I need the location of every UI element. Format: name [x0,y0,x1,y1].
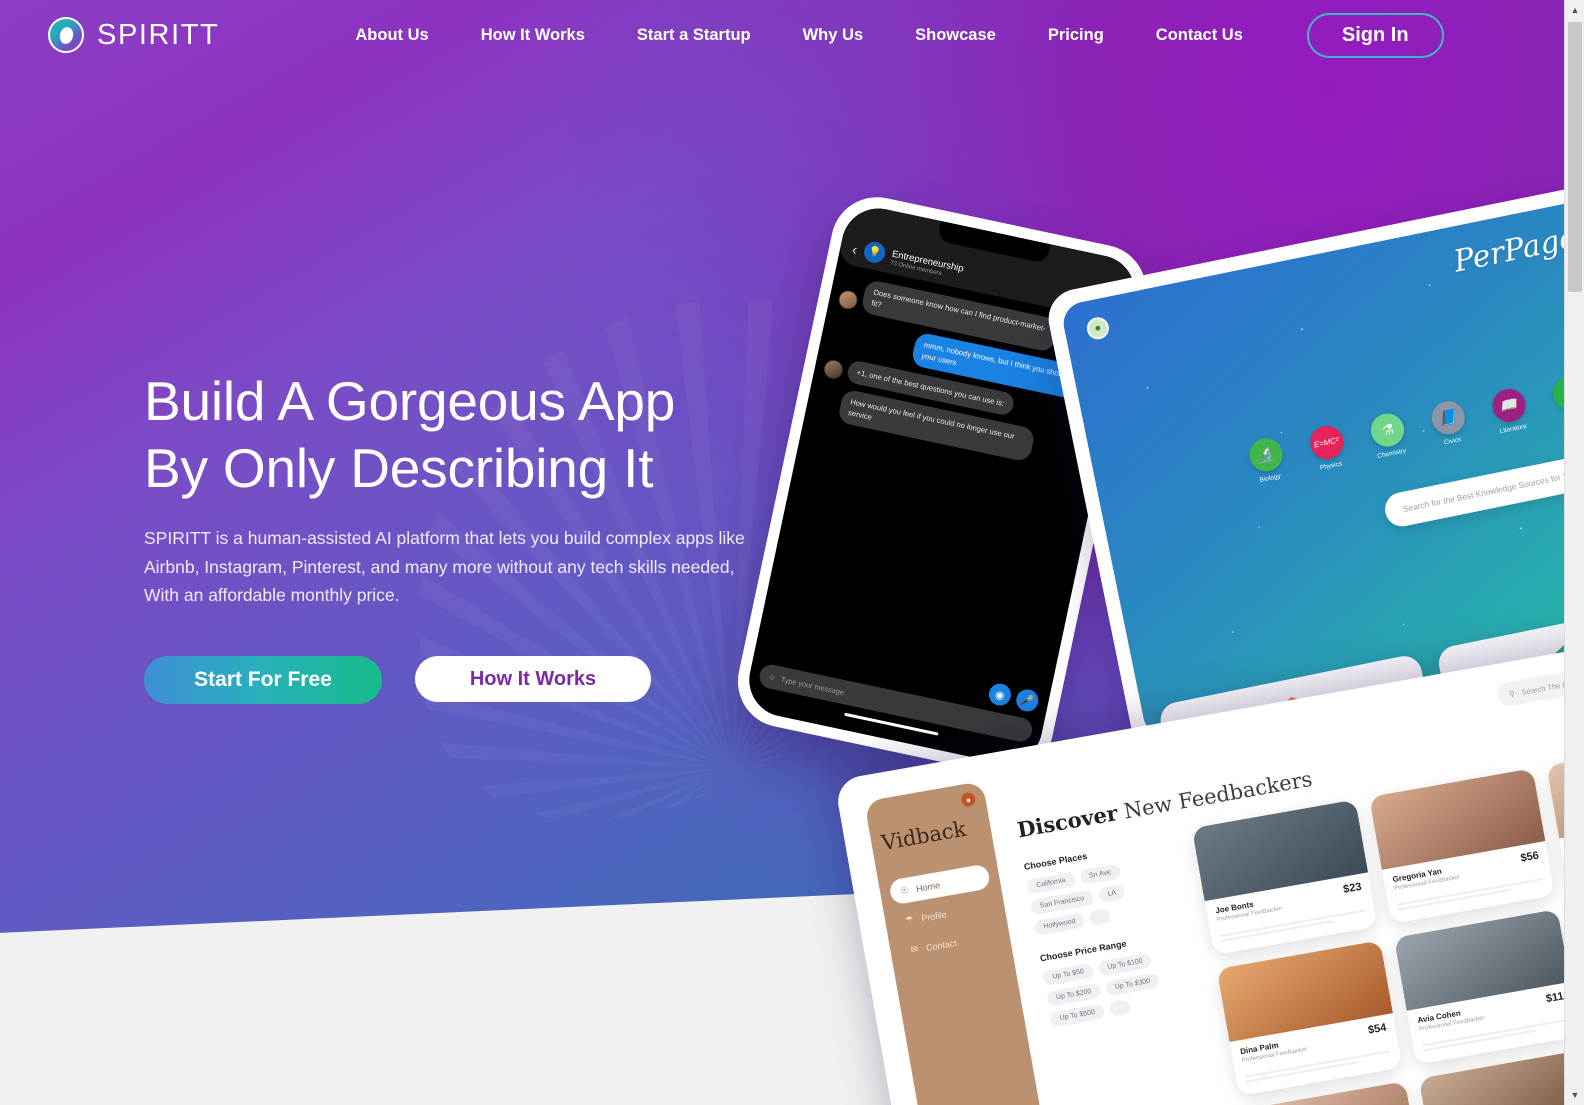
avatar [822,358,845,381]
hero-copy: Build A Gorgeous App By Only Describing … [144,368,804,705]
hero-subtitle: SPIRITT is a human-assisted AI platform … [144,528,745,605]
nav-links: About Us How It Works Start a Startup Wh… [329,12,1444,58]
browser-page: SPIRITT About Us How It Works Start a St… [0,0,1564,1105]
hero-title-line-1: Build A Gorgeous App [144,370,676,432]
feedbacker-card[interactable]: Avia Cohen Professional Feedbacker $11 [1393,909,1564,1065]
nav-item-why-us[interactable]: Why Us [777,26,890,45]
chat-icon: ✉ [909,943,919,955]
nav-item-showcase[interactable]: Showcase [889,26,1022,45]
nav-item-how-it-works[interactable]: How It Works [455,26,611,45]
filter-chip[interactable]: Hollywood [1033,912,1086,936]
camera-icon[interactable]: ◉ [986,681,1013,708]
flask-icon: ⚗ [1367,410,1407,450]
feedbacker-price: $54 [1367,1021,1388,1037]
phone-notch [936,221,1051,264]
feedbacker-card[interactable]: Joe Bonts Professional Feedbacker $23 [1191,799,1378,956]
brand-name: SPIRITT [97,18,220,51]
microscope-icon: 🔬 [1246,435,1285,475]
triangle-down-icon[interactable]: ▼ [1565,1085,1584,1105]
search-placeholder: Search The Best Feedbacker For You [1520,665,1564,697]
chevron-left-icon[interactable]: ‹ [850,241,858,259]
brand-logo[interactable]: SPIRITT [48,17,219,53]
book-icon: 📘 [1428,398,1468,438]
filter-chip[interactable]: LA [1097,883,1127,904]
hero-title-line-2: By Only Describing It [144,437,654,500]
nav-item-about-us[interactable]: About Us [329,26,454,45]
search-icon: ⚲ [1508,688,1516,699]
sidebar-item-label: Home [915,879,941,894]
feedbacker-price: $23 [1342,880,1363,896]
filter-chip[interactable]: Up To $50 [1042,962,1094,987]
page-title: Build A Gorgeous App By Only Describing … [144,368,804,502]
page-scrollbar[interactable]: ▲ ▼ [1564,0,1584,1105]
feedbacker-price: $56 [1519,849,1540,865]
dashboard-main: ⚲ Search The Best Feedbacker For You Dis… [982,651,1564,1105]
feedbacker-card[interactable]: Gregoria Yan Professional Feedbacker $56 [1369,768,1555,925]
category-item-physics[interactable]: E=MC² Physics [1301,422,1353,474]
triangle-up-icon[interactable]: ▲ [1565,0,1584,20]
filter-chip[interactable]: San Francisco [1029,889,1095,916]
feedbacker-card[interactable]: Dina Palm Professional Feedbacker $54 [1216,940,1403,1097]
emc2-icon: E=MC² [1306,423,1346,463]
hero-section: SPIRITT About Us How It Works Start a St… [0,0,1564,1105]
category-item-civics[interactable]: 📘 Civics [1423,397,1475,449]
how-it-works-button[interactable]: How It Works [415,656,651,703]
filter-chip[interactable]: Sn Ave [1078,863,1122,886]
microphone-icon[interactable]: 🎤 [1014,687,1041,714]
literature-icon: 📖 [1489,386,1528,425]
filter-chip[interactable]: Up To $500 [1049,1003,1106,1028]
heading-bold: Discover [1015,800,1120,843]
sign-in-button[interactable]: Sign In [1306,12,1444,58]
hero-actions: Start For Free How It Works [144,656,804,705]
feedbacker-photo [1546,736,1564,839]
lightbulb-icon: 💡 [862,239,888,265]
feedbacker-price: $11 [1545,990,1564,1006]
filter-chip[interactable]: California [1026,871,1076,895]
user-icon: ☂ [904,914,915,926]
top-navigation: SPIRITT About Us How It Works Start a St… [0,0,1564,70]
category-item-history[interactable]: ⏱ History [1544,373,1564,425]
sidebar-item-label: Contact [925,937,958,953]
spiritt-circle-logo-icon [48,17,84,53]
nav-item-pricing[interactable]: Pricing [1022,26,1130,45]
category-label: History [1552,409,1564,425]
filter-chip[interactable]: Up To $200 [1045,982,1102,1007]
nav-item-contact-us[interactable]: Contact Us [1130,26,1269,45]
start-for-free-button[interactable]: Start For Free [144,656,382,705]
category-item-chemistry[interactable]: ⚗ Chemistry [1362,410,1414,462]
nav-item-start-a-startup[interactable]: Start a Startup [611,26,777,45]
category-item-biology[interactable]: 🔬 Biology [1241,434,1293,486]
clock-icon: ⏱ [1549,373,1564,413]
filter-chip[interactable]: Up To $300 [1104,972,1161,997]
filter-chip-more[interactable] [1088,907,1112,927]
sidebar-item-label: Profile [920,908,948,924]
avatar [836,288,860,312]
scrollbar-thumb[interactable] [1568,22,1582,292]
bell-badge-icon[interactable]: ● [960,791,977,808]
home-icon: ☉ [899,884,910,896]
vidback-logo: Vidback [879,816,968,856]
filter-chip-more[interactable] [1108,998,1131,1018]
filter-chip[interactable]: Up To $100 [1097,952,1153,977]
category-item-literature[interactable]: 📖 Literature [1484,385,1536,437]
